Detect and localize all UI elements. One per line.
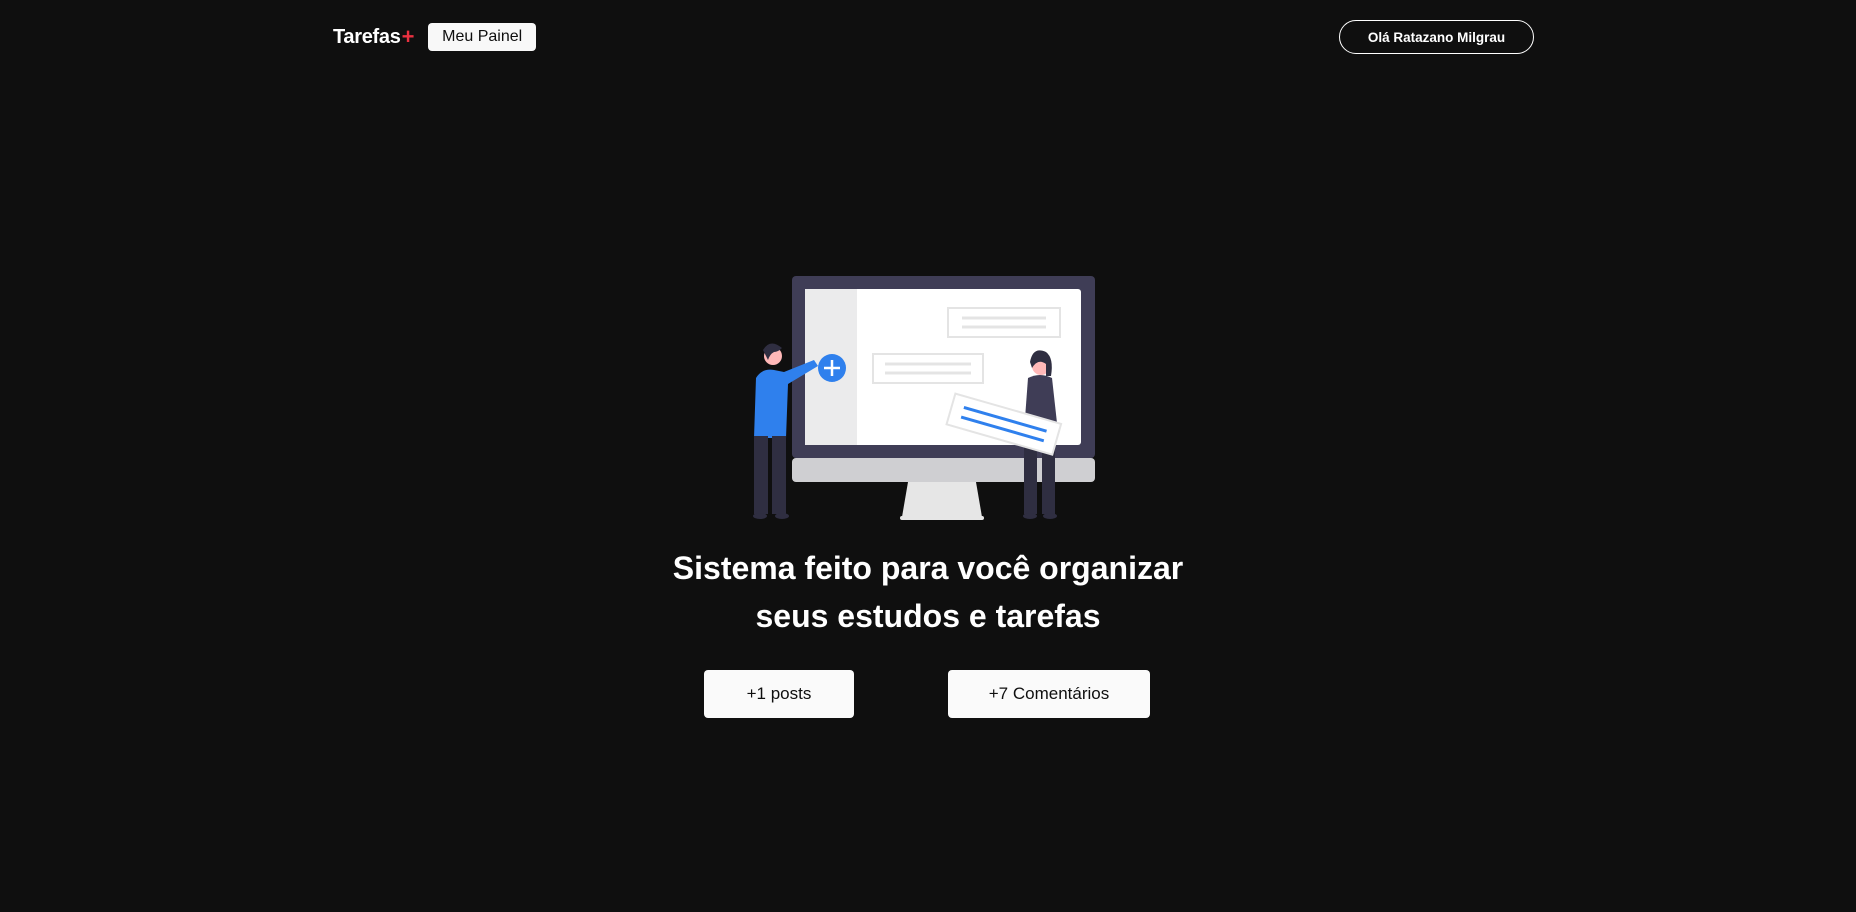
logo-plus-icon: + [401, 24, 415, 49]
hero-title: Sistema feito para você organizar seus e… [628, 544, 1228, 640]
comments-count-label: +7 Comentários [988, 684, 1110, 703]
hero-illustration [753, 276, 1095, 520]
logo[interactable]: Tarefas + [333, 26, 414, 49]
page: Tarefas + Meu Painel Olá Ratazano Milgra… [0, 0, 1856, 912]
header: Tarefas + Meu Painel Olá Ratazano Milgra… [333, 20, 1534, 54]
comments-count-badge: +7 Comentários [948, 670, 1150, 718]
header-left: Tarefas + Meu Painel [333, 23, 537, 51]
stats-row: +1 posts +7 Comentários [0, 670, 1856, 718]
posts-count-label: +1 posts [746, 684, 812, 703]
add-circle-icon [818, 354, 846, 382]
posts-count-badge: +1 posts [704, 670, 854, 718]
logo-text: Tarefas [333, 25, 401, 48]
meu-painel-button[interactable]: Meu Painel [428, 23, 537, 51]
hero-title-line-2: seus estudos e tarefas [755, 598, 1101, 634]
hero-title-line-1: Sistema feito para você organizar [672, 550, 1184, 586]
user-greeting-button[interactable]: Olá Ratazano Milgrau [1339, 20, 1534, 54]
